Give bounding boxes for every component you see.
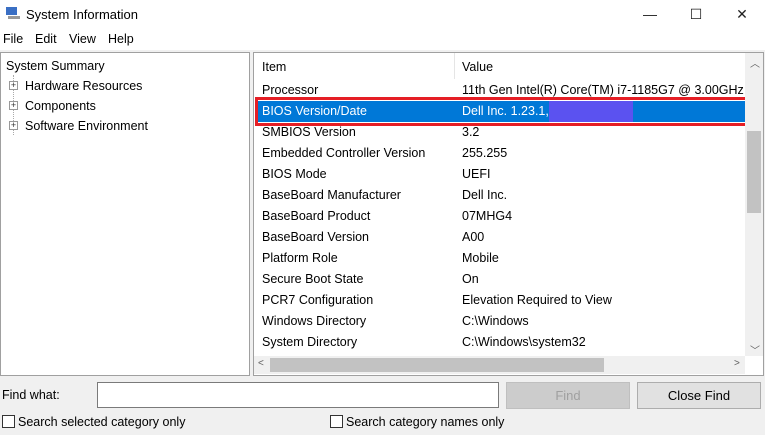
- search-category-names-checkbox[interactable]: [330, 415, 343, 428]
- row-value: Mobile: [462, 251, 499, 265]
- expand-icon[interactable]: +: [9, 81, 18, 90]
- table-row[interactable]: System Directory C:\Windows\system32: [255, 332, 745, 353]
- search-selected-category-checkbox[interactable]: [2, 415, 15, 428]
- row-value: Elevation Required to View: [462, 293, 612, 307]
- expand-icon[interactable]: +: [9, 121, 18, 130]
- maximize-button[interactable]: ☐: [673, 0, 719, 28]
- find-button[interactable]: Find: [506, 382, 630, 409]
- window-title: System Information: [26, 7, 138, 22]
- row-value: A00: [462, 230, 485, 244]
- row-value: 255.255: [462, 146, 508, 160]
- tree-item-hardware-resources[interactable]: Hardware Resources: [25, 79, 142, 93]
- minimize-button[interactable]: —: [627, 0, 673, 28]
- vertical-scroll-thumb[interactable]: [747, 131, 761, 213]
- table-row[interactable]: BaseBoard Product 07MHG4: [255, 206, 745, 227]
- details-table: Item Value Processor 11th Gen Intel(R) Co…: [253, 52, 764, 376]
- scroll-down-icon[interactable]: ﹀: [750, 342, 760, 357]
- close-find-button[interactable]: Close Find: [637, 382, 761, 409]
- column-header-value[interactable]: Value: [462, 57, 493, 78]
- scroll-right-icon[interactable]: >: [734, 358, 740, 369]
- menu-file[interactable]: File: [3, 32, 23, 46]
- row-item: BaseBoard Version: [262, 230, 370, 244]
- tree-item-software-environment[interactable]: Software Environment: [25, 119, 148, 133]
- column-divider[interactable]: [454, 53, 455, 79]
- row-item: Windows Directory: [262, 314, 367, 328]
- title-bar: System Information — ☐ ✕: [0, 0, 765, 28]
- menu-edit[interactable]: Edit: [35, 32, 57, 46]
- row-item: Platform Role: [262, 251, 338, 265]
- row-item: BIOS Mode: [262, 167, 327, 181]
- horizontal-scrollbar[interactable]: < >: [254, 356, 745, 374]
- menu-view[interactable]: View: [69, 32, 96, 46]
- table-row[interactable]: Secure Boot State On: [255, 269, 745, 290]
- system-information-icon: [6, 7, 20, 19]
- menu-help[interactable]: Help: [108, 32, 134, 46]
- row-value: C:\Windows\system32: [462, 335, 586, 349]
- expand-icon[interactable]: +: [9, 101, 18, 110]
- scroll-up-icon[interactable]: ︿: [750, 55, 760, 70]
- close-button[interactable]: ✕: [719, 0, 765, 28]
- row-value: Dell Inc.: [462, 188, 508, 202]
- table-row[interactable]: Embedded Controller Version 255.255: [255, 143, 745, 164]
- table-row[interactable]: BaseBoard Version A00: [255, 227, 745, 248]
- find-input[interactable]: [97, 382, 499, 408]
- column-header-item[interactable]: Item: [262, 57, 286, 78]
- highlight-box: [255, 97, 749, 126]
- row-value: C:\Windows: [462, 314, 529, 328]
- table-row[interactable]: BIOS Mode UEFI: [255, 164, 745, 185]
- row-item: BaseBoard Product: [262, 209, 371, 223]
- row-item: Secure Boot State: [262, 272, 364, 286]
- row-item: PCR7 Configuration: [262, 293, 374, 307]
- search-category-names-label: Search category names only: [346, 415, 505, 429]
- row-item: BaseBoard Manufacturer: [262, 188, 401, 202]
- horizontal-scroll-thumb[interactable]: [270, 358, 604, 372]
- row-value: 07MHG4: [462, 209, 513, 223]
- table-header: Item Value: [255, 57, 745, 78]
- table-row[interactable]: Windows Directory C:\Windows: [255, 311, 745, 332]
- scroll-left-icon[interactable]: <: [258, 358, 264, 369]
- category-tree: System Summary + Hardware Resources + Co…: [0, 52, 250, 376]
- tree-item-components[interactable]: Components: [25, 99, 96, 113]
- row-item: System Directory: [262, 335, 358, 349]
- search-selected-category-label: Search selected category only: [18, 415, 186, 429]
- table-row[interactable]: Platform Role Mobile: [255, 248, 745, 269]
- vertical-scrollbar[interactable]: ︿ ﹀: [745, 53, 763, 357]
- table-row[interactable]: BaseBoard Manufacturer Dell Inc.: [255, 185, 745, 206]
- menu-bar: File Edit View Help: [0, 28, 765, 50]
- row-value: UEFI: [462, 167, 491, 181]
- tree-item-system-summary[interactable]: System Summary: [6, 59, 105, 73]
- table-row[interactable]: PCR7 Configuration Elevation Required to …: [255, 290, 745, 311]
- find-label: Find what:: [2, 388, 60, 402]
- row-value: On: [462, 272, 479, 286]
- row-item: Embedded Controller Version: [262, 146, 426, 160]
